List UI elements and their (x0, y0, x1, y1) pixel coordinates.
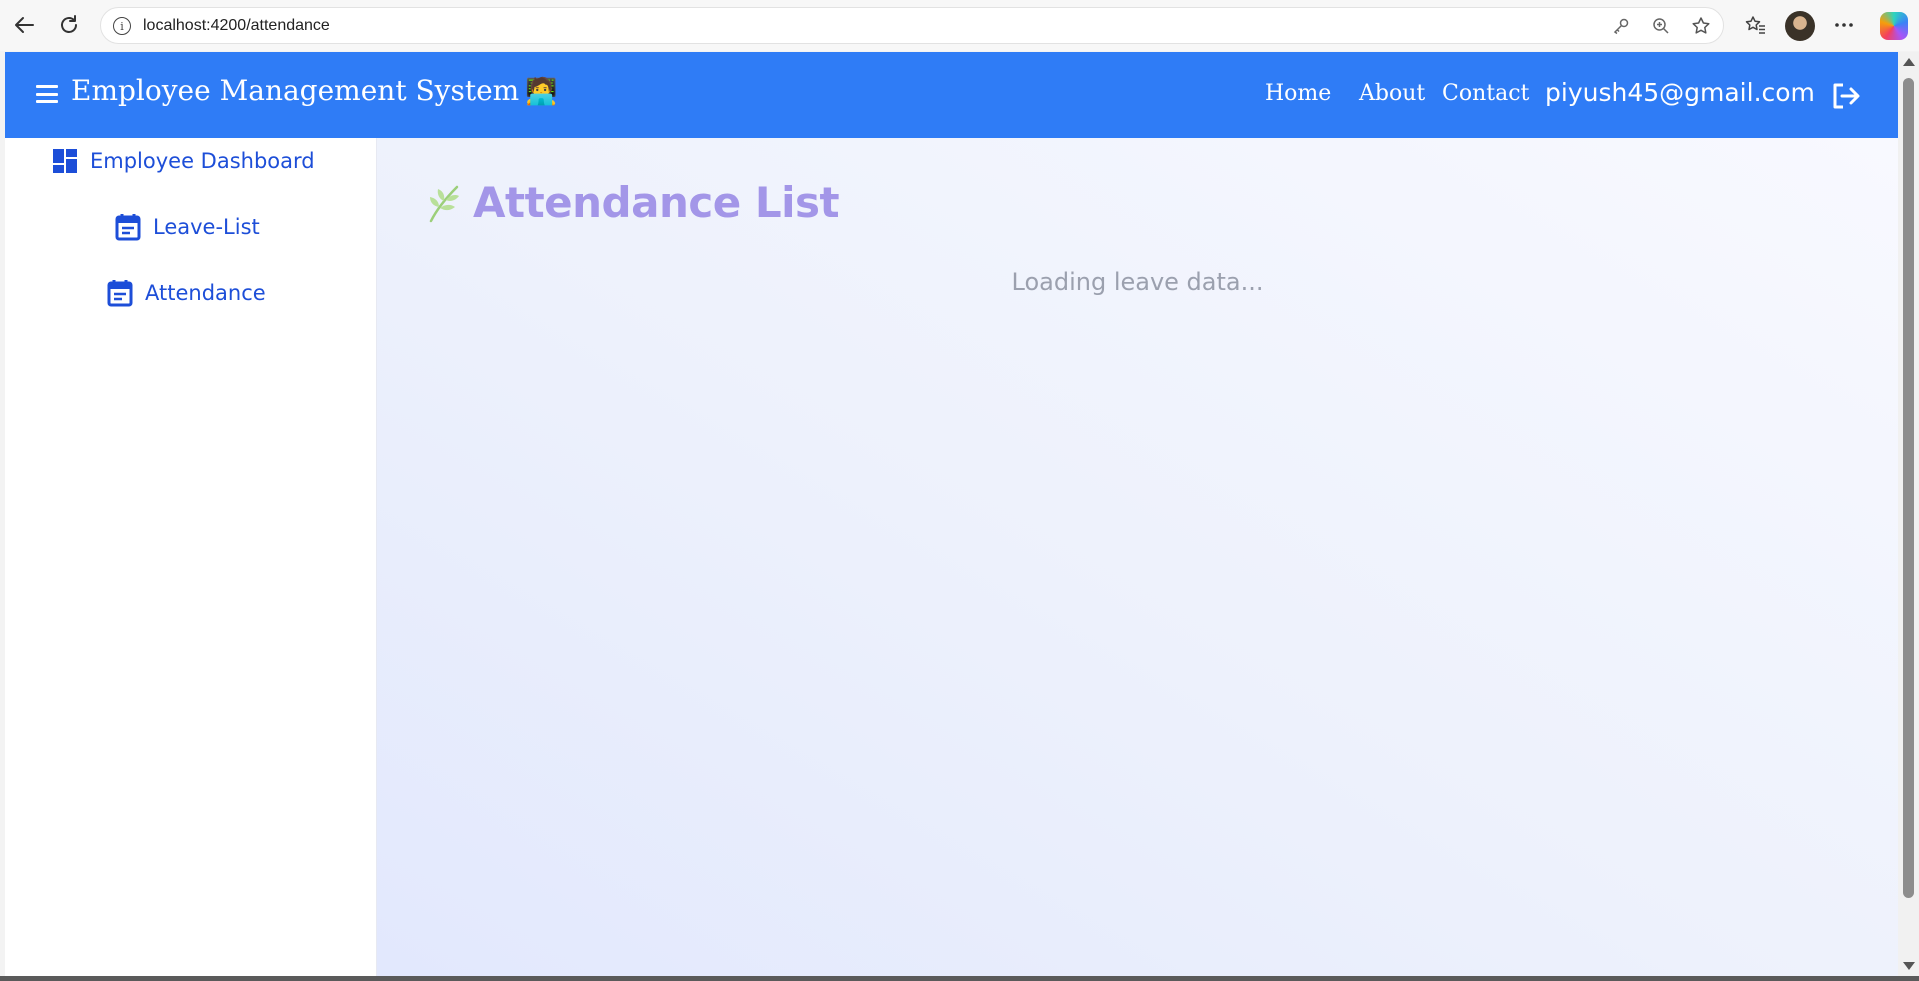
loading-message: Loading leave data... (1011, 268, 1264, 296)
scrollbar-thumb[interactable] (1903, 78, 1914, 898)
star-icon[interactable] (1689, 14, 1713, 38)
page-scrollbar[interactable] (1898, 52, 1919, 976)
nav-about-link[interactable]: About (1359, 81, 1425, 106)
back-arrow-icon[interactable] (10, 11, 38, 39)
zoom-icon[interactable] (1649, 14, 1673, 38)
main-content: Attendance List Loading leave data... (377, 138, 1898, 976)
sidebar-item-attendance[interactable]: Attendance (107, 279, 266, 307)
user-email: piyush45@gmail.com (1545, 78, 1815, 107)
sidebar-item-label: Employee Dashboard (90, 149, 315, 173)
copilot-icon[interactable] (1880, 12, 1908, 40)
page-title: Attendance List (425, 178, 840, 227)
profile-avatar[interactable] (1785, 11, 1815, 41)
address-bar[interactable]: i localhost:4200/attendance (100, 7, 1724, 44)
sidebar-item-label: Attendance (145, 281, 266, 305)
window-bottom-edge (0, 976, 1919, 981)
sidebar-item-employee-dashboard[interactable]: Employee Dashboard (52, 148, 315, 174)
reload-icon[interactable] (55, 11, 83, 39)
logout-icon[interactable] (1831, 82, 1861, 110)
dashboard-icon (53, 149, 77, 173)
sidebar-item-label: Leave-List (153, 215, 260, 239)
scroll-up-arrow-icon[interactable] (1903, 58, 1915, 66)
top-navbar: Employee Management System 🧑‍💻 Home About… (5, 52, 1898, 138)
sidebar: Employee Dashboard Leave-List Attendance (5, 138, 377, 976)
favorites-icon[interactable] (1741, 11, 1769, 39)
hamburger-icon[interactable] (36, 85, 58, 103)
info-icon[interactable]: i (113, 17, 131, 35)
nav-home-link[interactable]: Home (1265, 81, 1331, 106)
page-viewport: Employee Management System 🧑‍💻 Home About… (5, 52, 1898, 976)
nav-contact-link[interactable]: Contact (1442, 81, 1529, 106)
calendar-icon (115, 214, 141, 241)
leaf-icon (429, 185, 459, 222)
key-icon[interactable] (1609, 14, 1633, 38)
url-text[interactable]: localhost:4200/attendance (143, 17, 330, 35)
brand-text: Employee Management System (71, 74, 520, 107)
technologist-emoji-icon: 🧑‍💻 (525, 77, 558, 107)
sidebar-item-leave-list[interactable]: Leave-List (115, 213, 260, 241)
calendar-icon (107, 280, 133, 307)
scroll-down-arrow-icon[interactable] (1903, 962, 1915, 970)
page-title-text: Attendance List (473, 178, 840, 227)
brand-title: Employee Management System 🧑‍💻 (71, 74, 558, 107)
more-icon[interactable] (1830, 11, 1858, 39)
browser-toolbar: i localhost:4200/attendance (0, 0, 1919, 51)
